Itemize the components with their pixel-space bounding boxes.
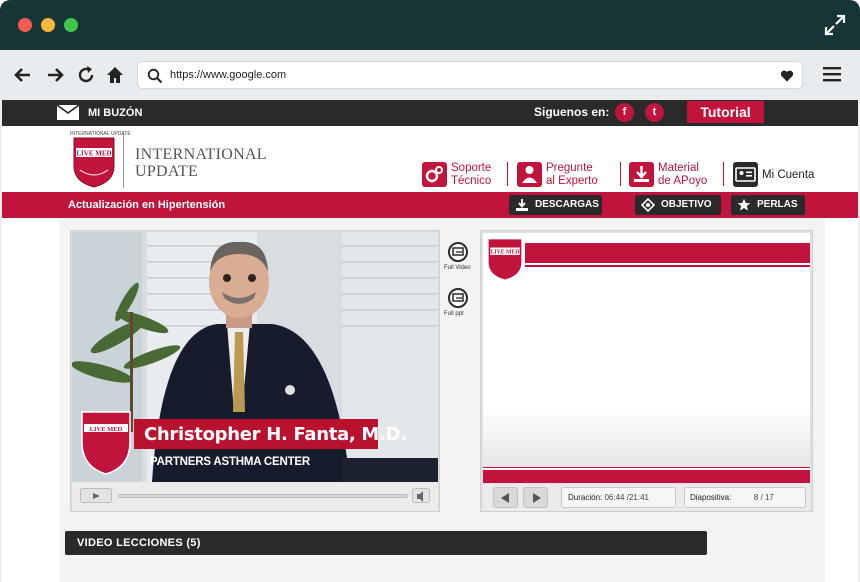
live-med-logo[interactable]: LIVE MED [72, 136, 116, 188]
tech-support-link[interactable]: Soporte Técnico [422, 162, 502, 188]
main-content: LIVE MED Christopher H. Fanta, M.D. PART… [59, 218, 825, 582]
speaker-name-banner: Christopher H. Fanta, M.D. [134, 419, 407, 449]
expand-icon[interactable] [824, 14, 846, 36]
webpage: MI BUZÓN Siguenos en: f t Tutorial INTER… [0, 100, 860, 582]
full-ppt-label: Full ppt [444, 311, 464, 317]
id-card-icon [733, 162, 758, 187]
course-bar: Actualización en Hipertensión DESCARGAS … [2, 192, 858, 218]
ask-expert-link[interactable]: Pregunte al Experto [517, 162, 612, 188]
video-lessons-label: VIDEO LECCIONES (5) [77, 537, 201, 549]
slide-counter: Diapositiva: 8 / 17 [684, 487, 806, 508]
hamburger-menu-icon[interactable] [823, 66, 841, 82]
ask-expert-label: Pregunte al Experto [546, 162, 598, 188]
pearls-button[interactable]: PERLAS [731, 195, 805, 215]
logo-divider [123, 134, 124, 188]
ask-expert-line-1: Pregunte [546, 162, 593, 174]
search-icon [147, 68, 163, 84]
home-icon[interactable] [104, 64, 126, 86]
tech-support-line-1: Soporte [451, 162, 492, 174]
video-screen[interactable]: LIVE MED Christopher H. Fanta, M.D. PART… [72, 232, 438, 482]
downloads-button[interactable]: DESCARGAS [509, 195, 602, 215]
duration-label: Duración: [568, 493, 603, 502]
slide-footer-shade [483, 408, 810, 468]
next-slide-button[interactable] [523, 487, 548, 508]
fullscreen-icon [448, 288, 468, 308]
slide-current: 8 [753, 493, 759, 502]
slide-canvas: LIVE MED [483, 233, 810, 483]
svg-text:LIVE MED: LIVE MED [76, 150, 111, 158]
video-progress-bar[interactable] [118, 494, 408, 498]
url-text: https://www.google.com [170, 69, 287, 81]
maximize-window-button[interactable] [64, 18, 78, 32]
forward-arrow-icon[interactable] [44, 64, 66, 86]
slide-separator: / [760, 493, 763, 502]
slide-viewer[interactable]: LIVE MED Duración: 06:44 /21:41 Diaposit… [480, 230, 813, 512]
my-account-link[interactable]: Mi Cuenta [733, 162, 823, 188]
slide-footer-line [483, 467, 810, 468]
video-lessons-header[interactable]: VIDEO LECCIONES (5) [65, 531, 707, 555]
play-button[interactable] [80, 488, 112, 503]
previous-slide-button[interactable] [493, 487, 518, 508]
heart-icon[interactable] [780, 69, 794, 83]
slide-controls: Duración: 06:44 /21:41 Diapositiva: 8 / … [483, 484, 810, 511]
site-header: INTERNATIONAL UPDATE LIVE MED INTERNATIO… [2, 126, 858, 192]
brand-line-2: UPDATE [135, 163, 199, 180]
brand-line-1: INTERNATIONAL [135, 146, 267, 163]
objective-button[interactable]: OBJETIVO [635, 195, 721, 215]
slide-header-bar [525, 243, 810, 263]
star-icon [737, 198, 751, 211]
volume-button[interactable] [412, 488, 430, 503]
duration-value: 06:44 /21:41 [604, 493, 649, 502]
support-material-label: Material de APoyo [658, 162, 707, 188]
speaker-organization: PARTNERS ASTHMA CENTER [150, 456, 311, 468]
speaker-name: Christopher H. Fanta, M.D. [144, 424, 407, 445]
tech-support-label: Soporte Técnico [451, 162, 491, 188]
svg-text:LIVE MED: LIVE MED [90, 426, 123, 433]
tech-support-line-2: Técnico [451, 175, 492, 187]
gears-icon [422, 162, 447, 187]
mailbox-link[interactable]: MI BUZÓN [88, 107, 142, 119]
site-topbar: MI BUZÓN Siguenos en: f t Tutorial [2, 100, 858, 126]
back-arrow-icon[interactable] [12, 64, 34, 86]
person-icon [517, 162, 542, 187]
svg-text:LIVE MED: LIVE MED [491, 250, 520, 256]
twitter-icon[interactable]: t [645, 103, 664, 122]
my-account-label: Mi Cuenta [762, 169, 815, 181]
header-divider [723, 162, 724, 186]
mail-icon[interactable] [57, 105, 79, 120]
header-divider [507, 162, 508, 186]
objective-label: OBJETIVO [661, 199, 712, 210]
fullscreen-icon [448, 242, 468, 262]
slide-logo: LIVE MED [488, 239, 522, 280]
volume-icon [417, 491, 423, 502]
close-window-button[interactable] [18, 18, 32, 32]
ask-expert-line-2: al Experto [546, 175, 598, 187]
downloads-label: DESCARGAS [535, 199, 599, 210]
download-icon [516, 199, 528, 211]
slide-total: 17 [764, 493, 774, 502]
support-material-line-2: de APoyo [658, 175, 708, 187]
facebook-icon[interactable]: f [615, 103, 634, 122]
download-icon [629, 162, 654, 187]
course-title: Actualización en Hipertensión [68, 199, 226, 211]
support-material-line-1: Material [658, 162, 699, 174]
address-bar[interactable]: https://www.google.com [137, 61, 803, 89]
slide-footer-bar [483, 470, 810, 483]
pearls-label: PERLAS [757, 199, 798, 210]
slide-header-line [525, 265, 810, 267]
tutorial-button[interactable]: Tutorial [687, 101, 764, 123]
brand-title: INTERNATIONAL UPDATE [135, 146, 267, 180]
slide-label: Diapositiva: [690, 493, 732, 502]
video-controls [72, 482, 438, 511]
full-video-label: Full Video [444, 265, 471, 271]
follow-us-label: Siguenos en: [534, 105, 610, 119]
minimize-window-button[interactable] [41, 18, 55, 32]
video-player[interactable]: LIVE MED Christopher H. Fanta, M.D. PART… [70, 230, 440, 512]
duration-display: Duración: 06:44 /21:41 [561, 487, 676, 508]
target-icon [641, 198, 655, 212]
header-divider [620, 162, 621, 186]
browser-titlebar [0, 0, 860, 50]
support-material-link[interactable]: Material de APoyo [629, 162, 719, 188]
reload-icon[interactable] [75, 64, 97, 86]
